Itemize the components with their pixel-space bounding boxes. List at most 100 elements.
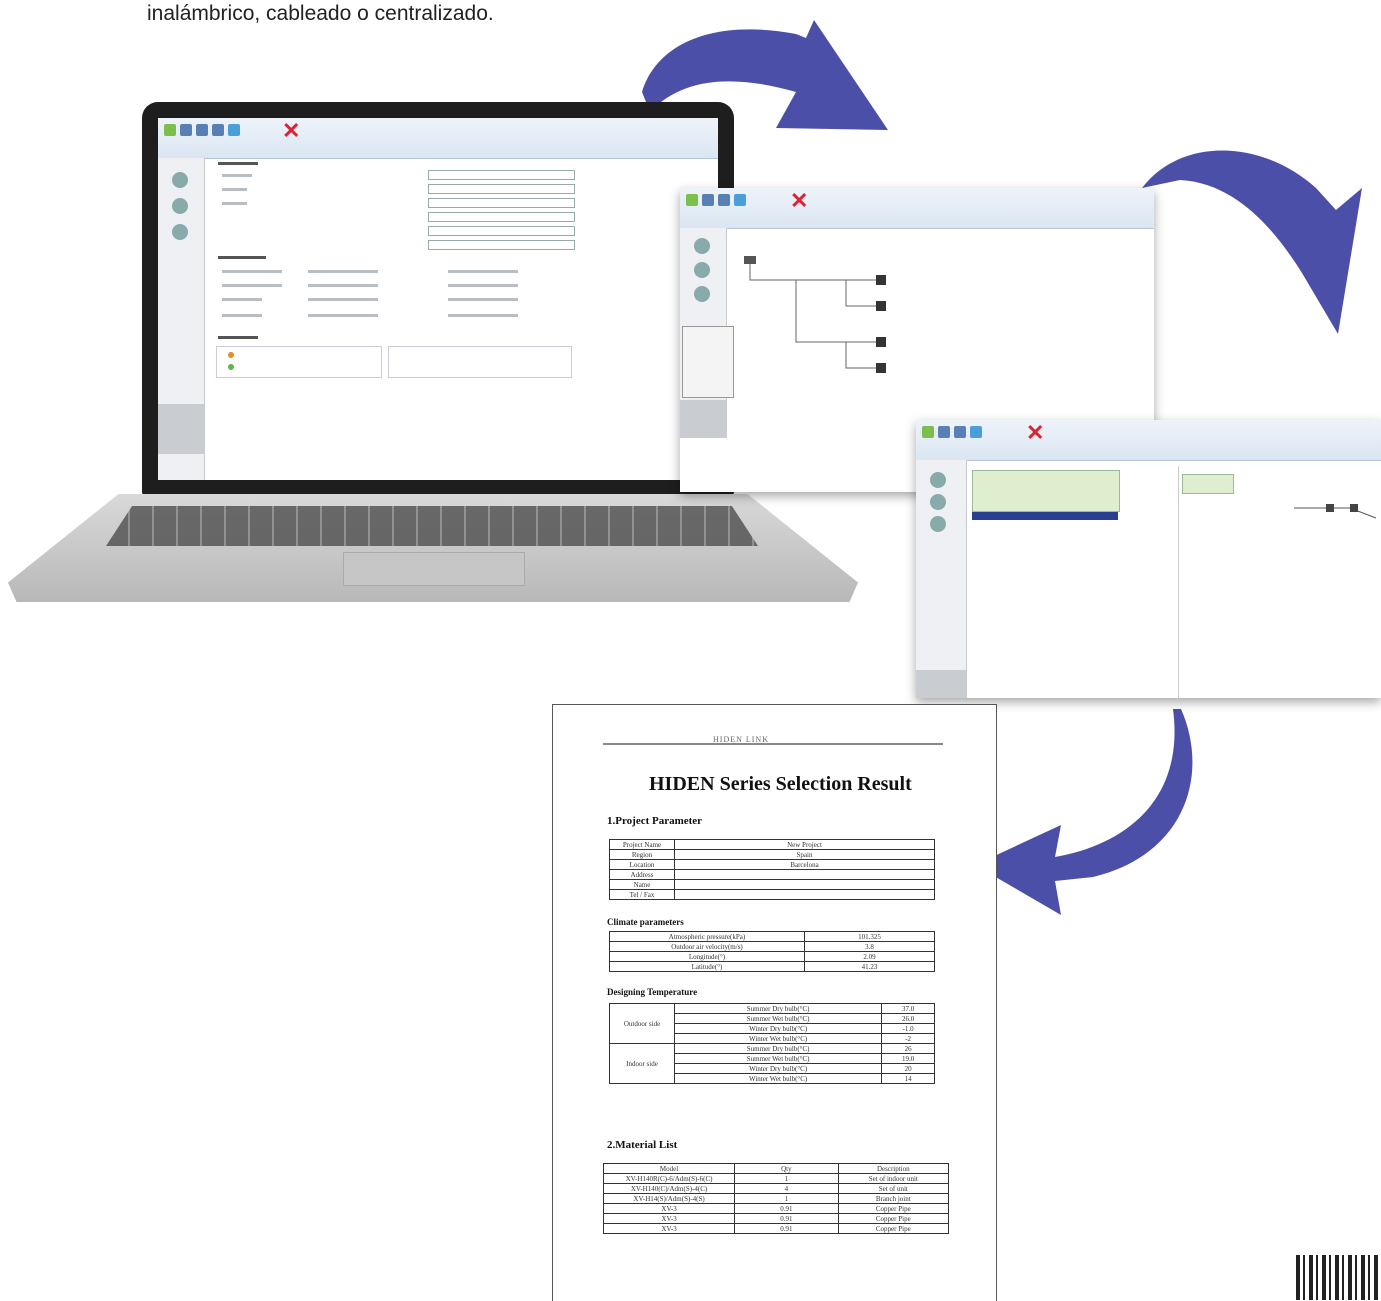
material-list-table: Model Qty Description XV-H140R(C)-6/Adm(S)-…	[602, 1163, 950, 1234]
table-cell: Summer Wet bulb(°C)	[673, 1013, 883, 1024]
table-row: Project Name New Project	[609, 839, 935, 850]
table-row: Location Barcelona	[609, 859, 935, 870]
design-temp-table: Outdoor side Summer Dry bulb(°C) 37.0 Summe…	[609, 1003, 935, 1084]
table-cell: Longitude(°)	[609, 951, 805, 962]
input-field[interactable]	[428, 212, 575, 222]
table-cell: 1	[734, 1173, 839, 1184]
table-row: XV-H140R(C)-6/Adm(S)-6(C) 1 Set of indoor …	[602, 1173, 950, 1184]
table-cell: Copper Pipe	[837, 1203, 950, 1214]
close-x-icon[interactable]: ✕	[790, 190, 808, 212]
toolbar-icon[interactable]	[180, 124, 192, 136]
table-cell	[674, 889, 935, 900]
sidebar-item-icon[interactable]	[172, 198, 188, 214]
input-field[interactable]	[428, 226, 575, 236]
toolbar-icon[interactable]	[954, 426, 966, 438]
table-row: XV-3 0.91 Copper Pipe	[602, 1203, 950, 1214]
laptop-screen: ✕	[158, 118, 718, 480]
sidebar-item-icon[interactable]	[694, 238, 710, 254]
input-field[interactable]	[428, 240, 575, 250]
keyboard	[106, 506, 758, 546]
app-sidebar	[680, 228, 734, 438]
table-cell: Barcelona	[674, 859, 935, 870]
table-cell: XV-H140R(C)-6/Adm(S)-6(C)	[602, 1173, 736, 1184]
table-cell: Atmospheric pressure(kPa)	[609, 931, 805, 942]
sidebar-item-icon[interactable]	[172, 172, 188, 188]
toolbar-icon[interactable]	[718, 194, 730, 206]
sidebar-item-icon[interactable]	[930, 494, 946, 510]
design-title: Designing Temperature	[607, 987, 698, 997]
table-cell: XV-3	[602, 1203, 736, 1214]
table-cell: Summer Dry bulb(°C)	[673, 1043, 883, 1054]
controller-bar	[972, 512, 1118, 520]
table-cell: Copper Pipe	[837, 1223, 950, 1234]
table-cell: Branch joint	[837, 1193, 950, 1204]
report-header-logo: HIDEN LINK	[713, 735, 769, 744]
table-cell: Name	[609, 879, 675, 890]
table-row: Outdoor side Summer Dry bulb(°C) 37.0	[609, 1003, 935, 1044]
table-cell: 3.8	[804, 941, 935, 952]
table-cell: 0.91	[734, 1223, 839, 1234]
toolbar-icon[interactable]	[734, 194, 746, 206]
table-cell: Spain	[674, 849, 935, 860]
dropdown-field[interactable]	[428, 184, 575, 194]
table-cell: -1.0	[881, 1023, 935, 1034]
toolbar-icon[interactable]	[970, 426, 982, 438]
report-title: HIDEN Series Selection Result	[649, 773, 912, 795]
table-cell: Winter Dry bulb(°C)	[673, 1063, 883, 1074]
status-panel	[388, 346, 572, 378]
table-cell: 14	[881, 1073, 935, 1084]
table-cell: Set of indoor unit	[837, 1173, 950, 1184]
sidebar-item-icon[interactable]	[930, 472, 946, 488]
toolbar-icon[interactable]	[938, 426, 950, 438]
table-row: Model Qty Description	[602, 1163, 950, 1174]
table-row: Tel / Fax	[609, 889, 935, 900]
sidebar-item-icon[interactable]	[930, 516, 946, 532]
app-sidebar	[916, 460, 967, 698]
table-row: XV-3 0.91 Copper Pipe	[602, 1223, 950, 1234]
toolbar-icon[interactable]	[228, 124, 240, 136]
table-cell: 1	[734, 1193, 839, 1204]
sidebar-item-icon[interactable]	[694, 286, 710, 302]
wiring-diagram	[1290, 498, 1380, 548]
table-cell: Qty	[734, 1163, 839, 1174]
table-cell: Set of unit	[837, 1183, 950, 1194]
wiring-window: ✕	[916, 420, 1381, 698]
selection-report: HIDEN LINK HIDEN Series Selection Result…	[552, 704, 997, 1301]
table-row: Name	[609, 879, 935, 890]
table-cell: Model	[602, 1163, 736, 1174]
table-row: Address	[609, 869, 935, 880]
table-row: Indoor side Summer Dry bulb(°C) 26	[609, 1043, 935, 1084]
curved-arrow-icon	[975, 709, 1193, 915]
toolbar-icon[interactable]	[196, 124, 208, 136]
table-cell: Description	[837, 1163, 950, 1174]
table-cell: XV-3	[602, 1213, 736, 1224]
table-cell: XV-H14(S)/Adm(S)-4(S)	[602, 1193, 736, 1204]
table-cell: Tel / Fax	[609, 889, 675, 900]
close-x-icon[interactable]: ✕	[282, 120, 300, 142]
qr-code-icon	[1296, 1255, 1381, 1300]
table-row: XV-H14(S)/Adm(S)-4(S) 1 Branch joint	[602, 1193, 950, 1204]
app-sidebar	[158, 158, 205, 480]
table-row: Atmospheric pressure(kPa) 101.325	[609, 931, 935, 942]
sidebar-item-icon[interactable]	[694, 262, 710, 278]
table-cell: Indoor side	[609, 1043, 675, 1084]
input-field[interactable]	[428, 170, 575, 180]
project-parameter-table: Project Name New Project Region Spain Locati…	[609, 839, 935, 900]
table-cell: 101.325	[804, 931, 935, 942]
table-cell: Summer Dry bulb(°C)	[673, 1003, 883, 1014]
table-cell: 41.23	[804, 961, 935, 972]
toolbar-icon[interactable]	[702, 194, 714, 206]
section-material-list: 2.Material List	[607, 1139, 678, 1151]
toolbar-icon[interactable]	[212, 124, 224, 136]
climate-table: Atmospheric pressure(kPa) 101.325 Outdoor …	[609, 931, 935, 972]
table-cell: Outdoor air velocity(m/s)	[609, 941, 805, 952]
close-x-icon[interactable]: ✕	[1026, 422, 1044, 444]
table-row: XV-H140(C)/Adm(S)-4(C) 4 Set of unit	[602, 1183, 950, 1194]
table-row: Outdoor air velocity(m/s) 3.8	[609, 941, 935, 952]
app-ribbon: ✕	[916, 420, 1381, 461]
table-cell: 0.91	[734, 1213, 839, 1224]
sidebar-item-icon[interactable]	[172, 224, 188, 240]
dropdown-field[interactable]	[428, 198, 575, 208]
table-cell: -2	[881, 1033, 935, 1044]
table-cell: 4	[734, 1183, 839, 1194]
